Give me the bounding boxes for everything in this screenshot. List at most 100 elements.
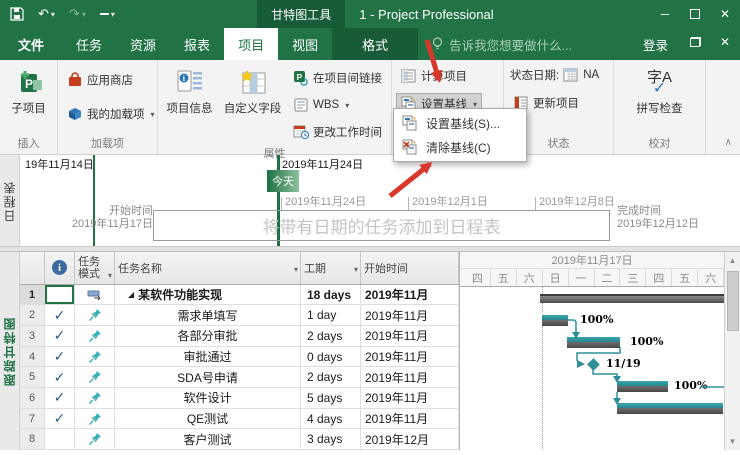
maximize-button[interactable] <box>680 0 710 28</box>
task-name[interactable]: QE测试 <box>115 408 301 429</box>
row-number[interactable]: 3 <box>20 326 45 346</box>
task-start[interactable]: 2019年11月 <box>361 367 459 388</box>
my-addins-button[interactable]: 我的加载项 ▾ <box>62 103 160 125</box>
task-start[interactable]: 2019年11月 <box>361 346 459 367</box>
close-window-button[interactable]: ✕ <box>710 28 740 56</box>
selected-cell[interactable] <box>45 284 75 305</box>
gantt-chart[interactable]: 2019年11月17日 四 五 六 日 一 二 三 四 五 六 100% 100… <box>460 252 724 450</box>
tab-report[interactable]: 报表 <box>170 28 224 60</box>
task-name[interactable]: SDA号申请 <box>115 367 301 388</box>
collapse-ribbon-button[interactable]: ∧ <box>725 137 732 148</box>
scroll-up-icon[interactable]: ▲ <box>729 252 737 269</box>
row-number[interactable]: 7 <box>20 408 45 429</box>
task-duration[interactable]: 3 days <box>301 429 361 450</box>
status-date-field[interactable]: 状态日期: NA <box>508 65 601 85</box>
change-working-time-button[interactable]: 更改工作时间 <box>288 121 387 143</box>
table-row-4[interactable]: 4 ✓ 审批通过 0 days 2019年11月 <box>20 346 459 368</box>
header-duration[interactable]: 工期 ▾ <box>301 252 361 284</box>
task-start[interactable]: 2019年11月 <box>361 326 459 346</box>
task-duration[interactable]: 2 days <box>301 367 361 388</box>
task-duration[interactable]: 1 day <box>301 305 361 326</box>
tab-project[interactable]: 项目 <box>224 28 279 60</box>
task-mode-pin-icon[interactable] <box>75 367 115 388</box>
task-name[interactable]: ◢ 某软件功能实现 <box>115 284 301 305</box>
task-name[interactable]: 软件设计 <box>115 388 301 408</box>
project-info-button[interactable]: i 项目信息 <box>162 63 217 116</box>
row-number[interactable]: 1 <box>20 284 45 305</box>
task-mode-pin-icon[interactable] <box>75 346 115 367</box>
calculate-project-button[interactable]: 计算项目 <box>396 65 482 87</box>
tab-file[interactable]: 文件 <box>0 28 62 60</box>
wbs-button[interactable]: WBS ▾ <box>288 94 387 116</box>
task-start[interactable]: 2019年12月 <box>361 429 459 450</box>
row-number[interactable]: 6 <box>20 388 45 408</box>
table-row-6[interactable]: 6 ✓ 软件设计 5 days 2019年11月 <box>20 388 459 409</box>
link-between-projects-button[interactable]: P 在项目间链接 <box>288 67 387 89</box>
app-store-button[interactable]: 应用商店 <box>62 69 160 91</box>
header-task-mode[interactable]: 任务模式 ▾ <box>75 252 115 284</box>
row-number[interactable]: 4 <box>20 346 45 367</box>
task-name[interactable]: 各部分审批 <box>115 326 301 346</box>
table-row-5[interactable]: 5 ✓ SDA号申请 2 days 2019年11月 <box>20 367 459 389</box>
task-duration[interactable]: 18 days <box>301 284 361 305</box>
filter-dropdown-icon[interactable]: ▾ <box>108 270 112 282</box>
row-number[interactable]: 2 <box>20 305 45 326</box>
task-duration[interactable]: 5 days <box>301 388 361 408</box>
task-mode-pin-icon[interactable] <box>75 326 115 346</box>
sign-in-button[interactable]: 登录 <box>631 28 680 60</box>
table-row-8[interactable]: 8 客户测试 3 days 2019年12月 <box>20 429 459 451</box>
expand-triangle-icon[interactable]: ◢ <box>128 290 134 299</box>
menu-item-clear-baseline[interactable]: 清除基线(C) <box>394 135 526 159</box>
task-duration[interactable]: 4 days <box>301 408 361 429</box>
header-info[interactable]: i <box>45 252 75 284</box>
timeline-sidebar[interactable]: 日程表 <box>0 155 20 246</box>
redo-button[interactable]: ↷ ▾ <box>69 6 86 22</box>
tab-format[interactable]: 格式 <box>348 28 402 60</box>
task-name[interactable]: 需求单填写 <box>115 305 301 326</box>
tell-me-box[interactable]: 告诉我您想要做什么... <box>418 28 586 60</box>
gantt-sidebar[interactable]: 跟踪甘特图 <box>0 252 20 450</box>
task-start[interactable]: 2019年11月 <box>361 305 459 326</box>
task-start[interactable]: 2019年11月 <box>361 388 459 408</box>
task-start[interactable]: 2019年11月 <box>361 408 459 429</box>
table-row-1[interactable]: 1 ◢ 某软件功能实现 18 days 2019年11月 <box>20 284 459 306</box>
tab-view[interactable]: 视图 <box>278 28 332 60</box>
tab-task[interactable]: 任务 <box>62 28 116 60</box>
filter-dropdown-icon[interactable]: ▾ <box>294 265 298 274</box>
chart-body[interactable]: 100% 100% 11/19 100% <box>460 287 724 450</box>
vertical-scrollbar[interactable]: ▲ ▼ <box>724 252 740 450</box>
close-button[interactable]: ✕ <box>710 0 740 28</box>
header-start[interactable]: 开始时间 <box>361 252 459 284</box>
timeline-body[interactable]: 19年11月14日 2019年11月24日 今天 2019年11月24日 201… <box>20 155 740 246</box>
task-duration[interactable]: 0 days <box>301 346 361 367</box>
task-mode-pin-icon[interactable] <box>75 388 115 408</box>
minimize-button[interactable]: ─ <box>650 0 680 28</box>
subproject-button[interactable]: P 子项目 <box>4 63 53 116</box>
task-duration[interactable]: 2 days <box>301 326 361 346</box>
table-row-3[interactable]: 3 ✓ 各部分审批 2 days 2019年11月 <box>20 326 459 347</box>
tab-resource[interactable]: 资源 <box>116 28 170 60</box>
header-task-name[interactable]: 任务名称 ▾ <box>115 252 301 284</box>
table-row-7[interactable]: 7 ✓ QE测试 4 days 2019年11月 <box>20 408 459 430</box>
filter-dropdown-icon[interactable]: ▾ <box>354 265 358 274</box>
row-number[interactable]: 8 <box>20 429 45 450</box>
task-mode-auto-icon[interactable] <box>75 284 115 305</box>
customize-qat-button[interactable]: ▾ <box>99 10 115 19</box>
table-row-2[interactable]: 2 ✓ 需求单填写 1 day 2019年11月 <box>20 305 459 327</box>
scroll-down-icon[interactable]: ▼ <box>729 433 737 450</box>
task-start[interactable]: 2019年11月 <box>361 284 459 305</box>
task-name[interactable]: 审批通过 <box>115 346 301 367</box>
spelling-check-button[interactable]: 字A ✓ 拼写检查 <box>625 63 695 116</box>
row-number[interactable]: 5 <box>20 367 45 388</box>
task-mode-pin-icon[interactable] <box>75 408 115 429</box>
custom-fields-button[interactable]: 自定义字段 <box>221 63 284 116</box>
task-mode-pin-icon[interactable] <box>75 305 115 326</box>
undo-button[interactable]: ↶ ▾ <box>38 6 55 22</box>
save-button[interactable] <box>10 7 24 21</box>
task-name[interactable]: 客户测试 <box>115 429 301 450</box>
menu-item-set-baseline[interactable]: 设置基线(S)... <box>394 111 526 135</box>
restore-window-button[interactable] <box>680 28 710 56</box>
scrollbar-thumb[interactable] <box>726 271 739 331</box>
timeline-bar[interactable]: 将带有日期的任务添加到日程表 <box>153 210 610 241</box>
task-mode-pin-icon[interactable] <box>75 429 115 450</box>
